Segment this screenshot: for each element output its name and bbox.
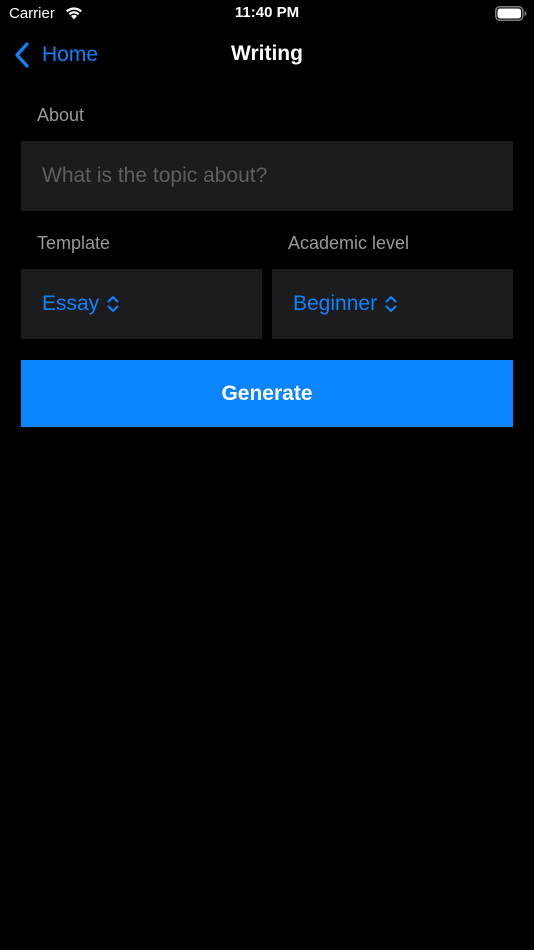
template-label: Template: [37, 233, 111, 253]
clock: 11:40 PM: [234, 4, 300, 21]
generate-button[interactable]: Generate: [21, 360, 513, 427]
about-label: About: [37, 105, 85, 125]
chevron-up-down-icon: [107, 296, 119, 312]
status-bar: Carrier 11:40 PM: [0, 0, 534, 30]
academic-level-picker[interactable]: Beginner: [272, 269, 513, 339]
battery-icon: [495, 6, 527, 21]
chevron-up-down-icon: [385, 296, 397, 312]
page-title: Writing: [231, 42, 303, 65]
template-picker-value: Essay: [42, 292, 100, 315]
template-picker[interactable]: Essay: [21, 269, 262, 339]
about-input[interactable]: [21, 141, 513, 211]
academic-level-label: Academic level: [288, 233, 410, 253]
academic-level-picker-value: Beginner: [293, 292, 378, 315]
navigation-bar: Home Writing: [0, 30, 534, 80]
